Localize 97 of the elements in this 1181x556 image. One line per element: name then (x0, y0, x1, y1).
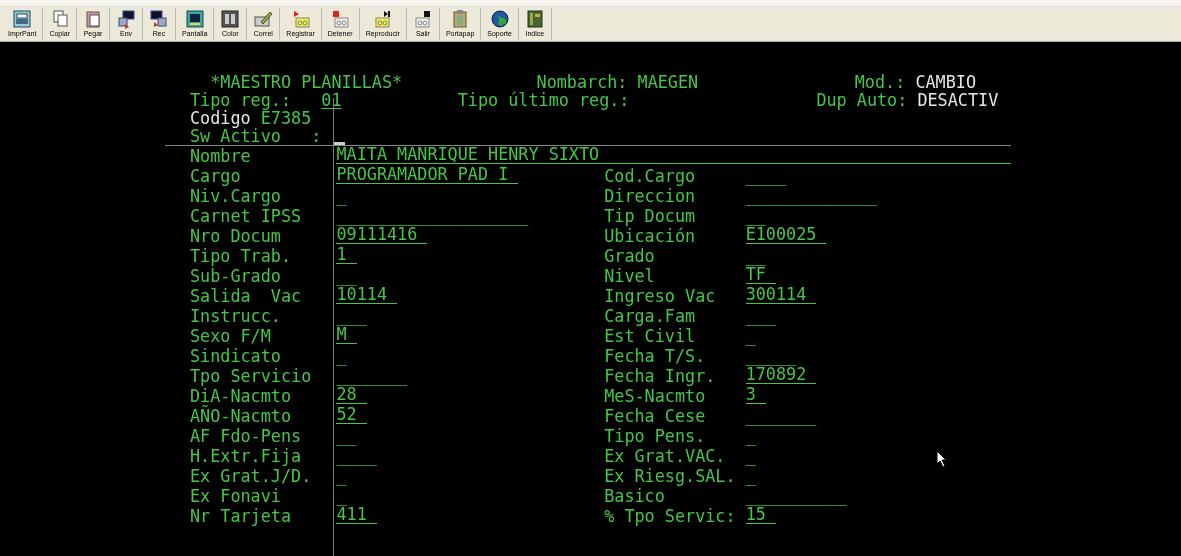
input-field[interactable]: __________ (745, 486, 1011, 506)
field-label: Cargo (190, 166, 242, 186)
field-label: DiA-Nacmto (190, 386, 293, 406)
file-name-label: Nombarch: MAEGEN (536, 73, 699, 91)
input-field[interactable]: _ (336, 346, 605, 366)
field-label: Direccion (604, 186, 697, 206)
input-field[interactable]: _______ (745, 406, 1011, 426)
pen-icon (253, 9, 274, 29)
input-field[interactable]: TF (745, 266, 776, 284)
input-field[interactable]: 15 (745, 506, 776, 524)
dup-auto-label: Dup Auto: (816, 91, 909, 109)
field-label: Salida Vac (190, 286, 303, 306)
field-label: AÑO-Nacmto (190, 406, 293, 426)
mouse-pointer-icon (936, 450, 948, 468)
field-label: Carnet IPSS (190, 206, 303, 226)
input-field[interactable]: 28 (336, 386, 367, 404)
input-field[interactable]: _ (745, 466, 1011, 486)
input-field[interactable]: 3 (745, 386, 766, 404)
input-field[interactable]: _ (745, 326, 1011, 346)
input-field[interactable]: __ (336, 426, 605, 446)
input-field[interactable]: 52 (336, 406, 367, 424)
monitor-arrow-icon (116, 9, 137, 29)
input-field[interactable]: ____ (745, 166, 1011, 186)
input-field[interactable]: M (336, 326, 357, 344)
mode-value: CAMBIO (915, 73, 977, 91)
dup-auto-value: DESACTIV (917, 91, 1000, 109)
field-label: Nivel (604, 266, 656, 286)
field-label: Nro Docum (190, 226, 282, 246)
field-label: Sub-Grado (190, 266, 282, 286)
field-label: AF Fdo-Pens (190, 426, 303, 446)
field-label: Nr Tarjeta (190, 506, 293, 526)
input-field[interactable]: _____ (745, 346, 1011, 366)
book-icon (524, 9, 545, 29)
field-label: Grado (604, 246, 656, 266)
input-field[interactable]: 1 (336, 246, 357, 264)
input-field[interactable]: PROGRAMADOR PAD I (336, 166, 519, 184)
input-field[interactable]: __ (745, 206, 1011, 226)
input-field[interactable]: 09111416 (336, 226, 428, 244)
field-label: Ex Fonavi (190, 486, 282, 506)
text-cursor (334, 142, 345, 145)
field-label: Ex Grat.VAC. (604, 446, 727, 466)
field-label: Sexo F/M (190, 326, 272, 346)
screen-title: *MAESTRO PLANILLAS* (209, 73, 404, 91)
input-field[interactable]: _ (336, 186, 605, 206)
input-field[interactable]: __ (336, 266, 605, 286)
field-label: Ex Riesg.SAL. (604, 466, 737, 486)
input-field[interactable]: _ (745, 446, 1011, 466)
field-label: Ubicación (604, 226, 697, 246)
input-field[interactable]: ___________________ (336, 206, 605, 226)
active-switch-label: Sw Activo : (190, 127, 323, 145)
input-field[interactable]: 300114 (745, 286, 817, 304)
tape-stop-icon (330, 9, 351, 29)
monitor-arrow-icon (149, 9, 170, 29)
input-field[interactable]: __ (745, 246, 1011, 266)
input-field[interactable]: 10114 (336, 286, 398, 304)
field-label: Nombre (190, 146, 252, 166)
record-type-field[interactable]: 01 (321, 90, 342, 110)
tape-stop-icon (412, 9, 433, 29)
field-label: Fecha Ingr. (604, 366, 717, 386)
field-label: Fecha T/S. (604, 346, 707, 366)
field-label: Cod.Cargo (604, 166, 697, 186)
input-field[interactable]: ____ (336, 446, 605, 466)
field-label: Est Civil (604, 326, 697, 346)
columns-icon (220, 9, 241, 29)
printer-icon (12, 9, 33, 29)
field-label: Tipo Pens. (604, 426, 707, 446)
field-label: Sindicato (190, 346, 282, 366)
input-field[interactable]: _____________ (745, 186, 1011, 206)
input-field[interactable]: _______ (336, 366, 605, 386)
record-type-label: Tipo reg.: (190, 91, 293, 109)
field-label: MeS-Nacmto (604, 386, 707, 406)
input-field[interactable]: E100025 (745, 226, 827, 244)
field-label: Ingreso Vac (604, 286, 717, 306)
field-label: Tipo Trab. (190, 246, 293, 266)
mode-label: Mod.: (854, 73, 907, 91)
field-label: H.Extr.Fija (190, 446, 303, 466)
field-label: Tpo Servicio (190, 366, 313, 386)
field-label: Carga.Fam (604, 306, 697, 326)
input-field[interactable]: _ (336, 486, 605, 506)
tape-play-icon (372, 9, 393, 29)
last-record-type-label: Tipo último reg.: (457, 91, 630, 109)
input-field[interactable]: MAITA MANRIQUE HENRY SIXTO (336, 146, 1011, 164)
screen-icon (184, 9, 205, 29)
field-label: Tip Docum (604, 206, 697, 226)
input-field[interactable]: 170892 (745, 366, 817, 384)
field-label: Instrucc. (190, 306, 282, 326)
input-field[interactable]: _ (336, 466, 605, 486)
field-label: % Tpo Servic: (604, 506, 737, 526)
field-label: Niv.Cargo (190, 186, 282, 206)
input-field[interactable]: ___ (336, 306, 605, 326)
field-label: Fecha Cese (604, 406, 707, 426)
globe-icon (489, 9, 510, 29)
input-field[interactable]: 411 (336, 506, 377, 524)
field-label: Ex Grat.J/D. (190, 466, 313, 486)
input-field[interactable]: ___ (745, 306, 1011, 326)
input-field[interactable]: _ (745, 426, 1011, 446)
field-label: Basico (604, 486, 666, 506)
